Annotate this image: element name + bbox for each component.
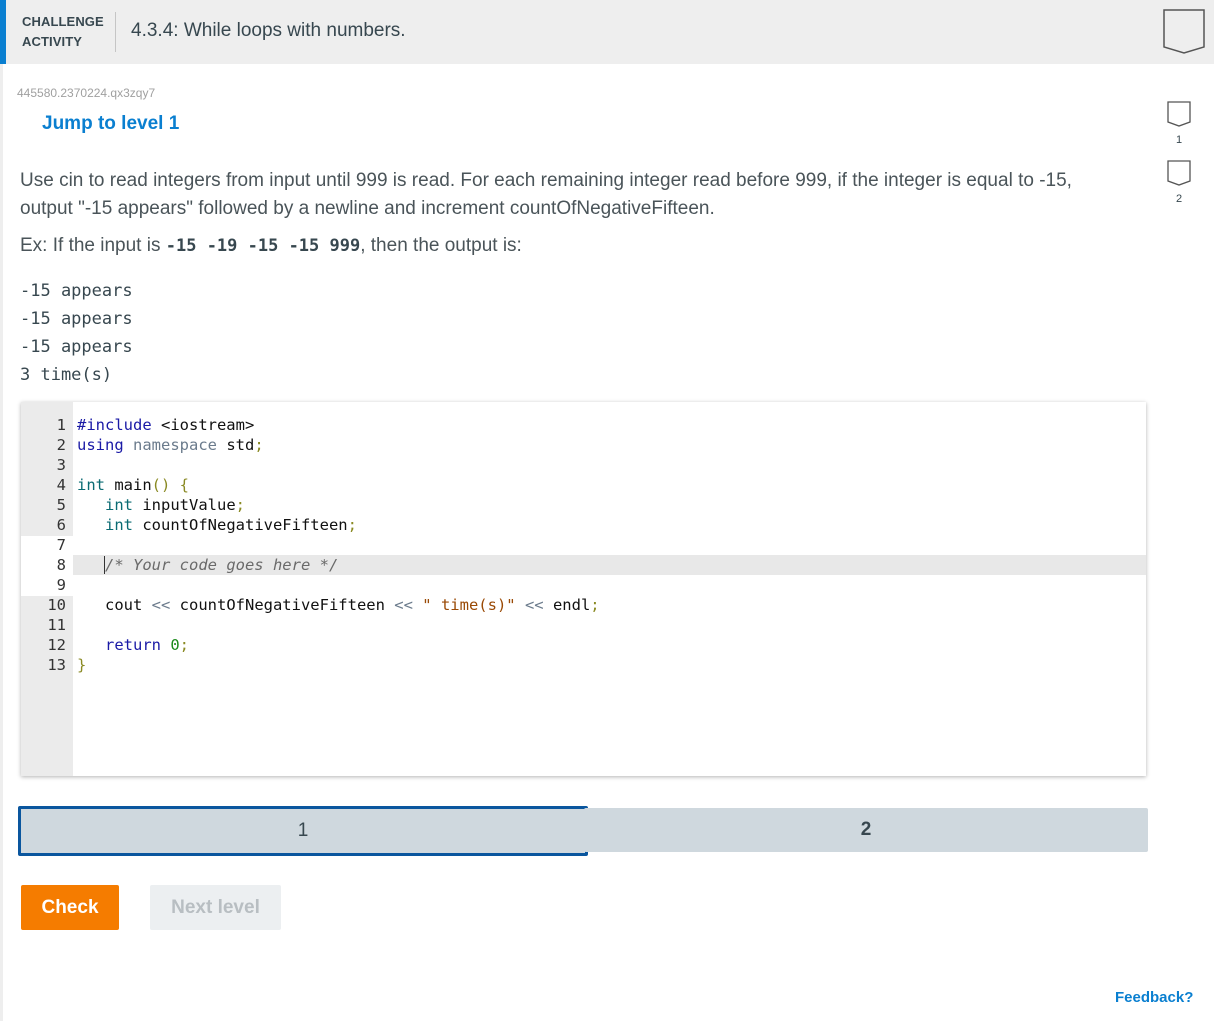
code-token: int <box>105 516 133 534</box>
level-2-badge-number: 2 <box>1175 193 1183 205</box>
level-selector: 1 2 <box>18 806 1148 856</box>
code-token: ; <box>179 636 190 654</box>
activity-kind-line1: CHALLENGE <box>22 14 104 29</box>
code-line: 3 <box>21 455 600 475</box>
level-tab-1[interactable]: 1 <box>18 806 588 856</box>
code-line: 13} <box>21 655 600 675</box>
line-number: 4 <box>56 476 66 494</box>
line-number: 1 <box>56 416 66 434</box>
output-line: -15 appears <box>20 281 133 301</box>
code-token: main <box>105 476 152 494</box>
code-token: <iostream> <box>151 416 255 434</box>
code-token: countOfNegativeFifteen <box>133 516 348 534</box>
code-token: #include <box>77 416 152 434</box>
code-token: << <box>142 596 171 614</box>
code-line: 4 int main() { <box>21 475 600 495</box>
code-token: ; <box>254 436 264 454</box>
code-line: 12 return 0; <box>21 635 600 655</box>
code-token: countOfNegativeFifteen <box>170 596 385 614</box>
activity-kind-label: CHALLENGE ACTIVITY <box>22 12 104 52</box>
example-input: -15 -19 -15 -15 999 <box>165 236 361 256</box>
code-line-editable[interactable]: 8 /* Your code goes here */ <box>21 555 600 575</box>
code-comment: /* Your code goes here */ <box>105 556 339 574</box>
code-token: int <box>77 476 105 494</box>
output-line: -15 appears <box>20 309 133 329</box>
line-number: 9 <box>56 576 66 594</box>
code-line: 10 cout << countOfNegativeFifteen << " t… <box>21 595 600 615</box>
level-tab-2[interactable]: 2 <box>584 808 1148 852</box>
code-token: cout <box>105 596 143 614</box>
code-line: 5 int inputValue; <box>21 495 600 515</box>
header-accent-bar <box>0 0 6 64</box>
line-number: 13 <box>47 656 66 674</box>
code-token: endl <box>543 596 591 614</box>
code-token: () <box>151 476 171 494</box>
line-number: 11 <box>47 616 66 634</box>
line-number: 7 <box>56 536 66 554</box>
example-suffix: , then the output is: <box>360 235 522 256</box>
code-token: " time(s)" <box>412 596 516 614</box>
code-line[interactable]: 7 <box>21 535 600 555</box>
line-number: 3 <box>56 456 66 474</box>
example-prefix: Ex: If the input is <box>20 235 166 256</box>
line-number: 10 <box>47 596 66 614</box>
header-divider <box>115 12 116 52</box>
completion-badge-icon <box>1163 9 1205 54</box>
expected-output: -15 appears -15 appears -15 appears 3 time(… <box>20 277 133 389</box>
level-1-badge-number: 1 <box>1175 134 1183 146</box>
activity-id: 445580.2370224.qx3zqy7 <box>17 86 156 100</box>
code-line: 1 #include <iostream> <box>21 415 600 435</box>
code-token: return <box>105 636 161 654</box>
code-token: std <box>217 436 255 454</box>
line-number: 2 <box>56 436 66 454</box>
code-token: ; <box>590 596 600 614</box>
level-1-badge-icon <box>1167 101 1191 127</box>
prompt-text: Use cin to read integers from input unti… <box>20 170 1072 219</box>
activity-header: CHALLENGE ACTIVITY 4.3.4: While loops wi… <box>0 0 1214 64</box>
code-token: using <box>77 436 124 454</box>
code-editor[interactable]: 1 #include <iostream> 2 using namespace st… <box>21 402 1146 776</box>
line-number: 8 <box>56 556 66 574</box>
code-line: 2 using namespace std; <box>21 435 600 455</box>
code-token: namespace <box>123 436 217 454</box>
code-line: 6 int countOfNegativeFifteen; <box>21 515 600 535</box>
code-token: int <box>105 496 133 514</box>
code-lines: 1 #include <iostream> 2 using namespace st… <box>21 415 600 675</box>
code-token: } <box>77 656 87 674</box>
activity-kind-line2: ACTIVITY <box>22 34 83 49</box>
check-button[interactable]: Check <box>21 885 119 930</box>
code-line: 11 <box>21 615 600 635</box>
line-number: 6 <box>56 516 66 534</box>
example-sentence: Ex: If the input is -15 -19 -15 -15 999,… <box>20 235 522 257</box>
next-level-button[interactable]: Next level <box>150 885 281 930</box>
code-token: 0 <box>161 636 180 654</box>
output-line: -15 appears <box>20 337 133 357</box>
feedback-link[interactable]: Feedback? <box>1115 989 1193 1006</box>
code-token: ; <box>347 516 357 534</box>
code-token: { <box>170 476 190 494</box>
line-number: 5 <box>56 496 66 514</box>
jump-to-level-link[interactable]: Jump to level 1 <box>42 113 179 135</box>
line-number: 12 <box>47 636 66 654</box>
activity-title: 4.3.4: While loops with numbers. <box>131 20 406 41</box>
output-line: 3 time(s) <box>20 365 113 385</box>
code-token: ; <box>235 496 245 514</box>
code-token: inputValue <box>133 496 236 514</box>
code-token: << <box>515 596 544 614</box>
page-left-border <box>0 64 3 1021</box>
level-2-badge-icon <box>1167 160 1191 186</box>
code-token: << <box>384 596 413 614</box>
code-line[interactable]: 9 <box>21 575 600 595</box>
